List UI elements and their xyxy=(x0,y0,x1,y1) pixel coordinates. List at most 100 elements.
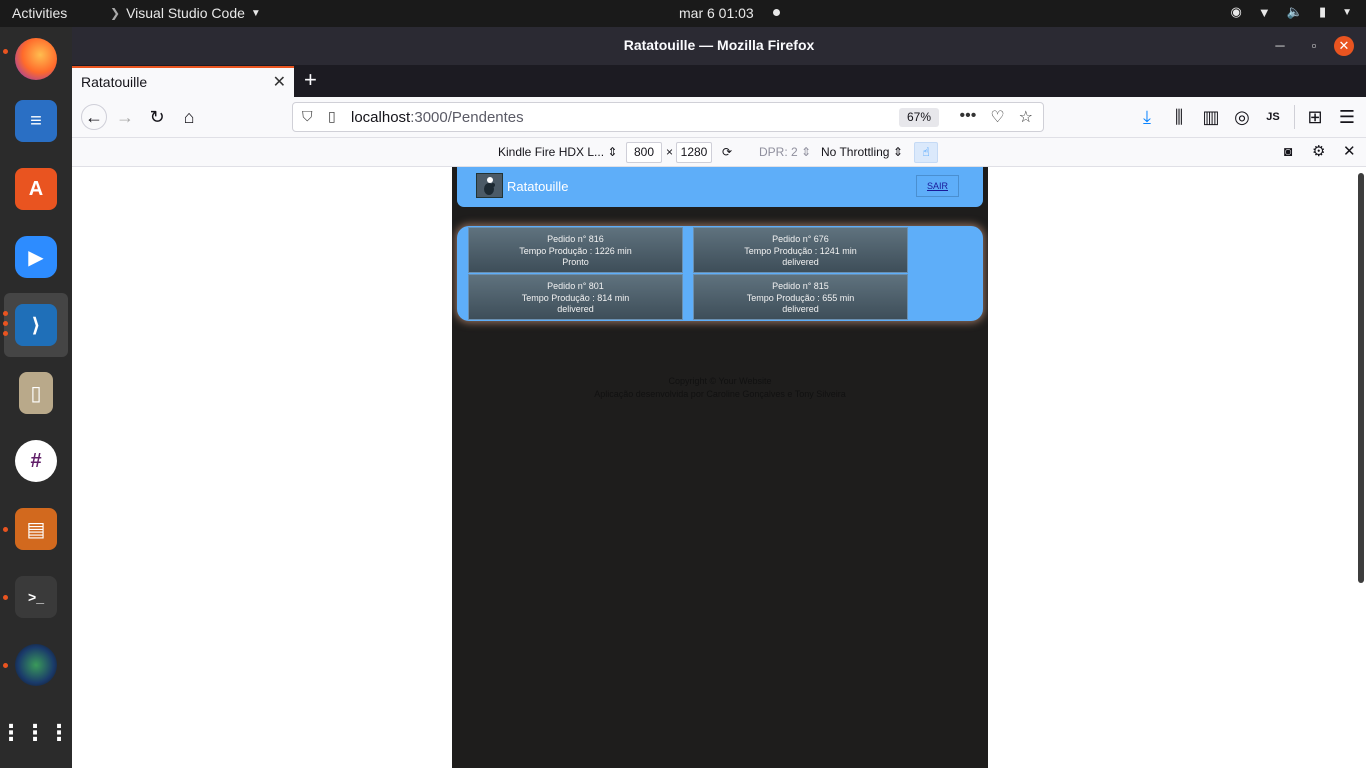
account-icon[interactable]: ◎ xyxy=(1231,106,1253,128)
rotate-icon[interactable]: ⟳ xyxy=(722,145,732,159)
extensions-icon[interactable]: ⊞ xyxy=(1304,106,1326,128)
updown-icon: ⇕ xyxy=(607,145,618,159)
vscode-small-icon: ❯ xyxy=(110,6,121,20)
order-card[interactable]: Pedido n° 815 Tempo Produção : 655 min d… xyxy=(693,274,908,320)
firefox-icon xyxy=(15,38,57,80)
impress-icon: ▤ xyxy=(15,508,57,550)
dock-zoom[interactable]: ▶ xyxy=(4,225,68,289)
running-indicator xyxy=(3,49,8,54)
dock: ≡ A ▶ ⟩ ▯ # ▤ >_ ⋮⋮⋮ xyxy=(0,27,72,768)
dock-impress[interactable]: ▤ xyxy=(3,497,68,561)
dock-slack[interactable]: # xyxy=(4,429,68,493)
clock[interactable]: mar 6 01:03 xyxy=(679,5,754,21)
order-title: Pedido n° 815 xyxy=(772,281,829,291)
dock-writer[interactable]: ≡ xyxy=(4,89,68,153)
close-window-button[interactable]: ✕ xyxy=(1334,36,1354,56)
tab-bar: Ratatouille ✕ + xyxy=(72,65,1366,97)
order-title: Pedido n° 801 xyxy=(547,281,604,291)
page-scrollbar[interactable] xyxy=(1358,173,1364,583)
page-actions-icon[interactable]: ••• xyxy=(960,107,977,127)
writer-icon: ≡ xyxy=(15,100,57,142)
app-menu[interactable]: ❯ Visual Studio Code ▼ xyxy=(110,5,261,21)
toolbar-separator xyxy=(1294,105,1295,129)
profile-badge[interactable]: JS xyxy=(1262,106,1284,128)
tab-ratatouille[interactable]: Ratatouille ✕ xyxy=(72,66,294,97)
home-button[interactable]: ⌂ xyxy=(178,106,200,128)
order-title: Pedido n° 816 xyxy=(547,234,604,244)
running-indicator xyxy=(3,331,8,336)
archive-icon: ▯ xyxy=(19,372,53,414)
responsive-design-toolbar: Kindle Fire HDX L... ⇕ 800 × 1280 ⟳ DPR:… xyxy=(72,137,1366,167)
zoom-icon: ▶ xyxy=(15,236,57,278)
reload-button[interactable]: ↻ xyxy=(146,106,168,128)
library-icon[interactable]: ⫼ xyxy=(1168,106,1190,128)
close-tab-icon[interactable]: ✕ xyxy=(273,72,286,92)
dock-camera[interactable] xyxy=(3,633,68,697)
zoom-indicator[interactable]: 67% xyxy=(899,108,939,127)
pocket-icon[interactable]: ♡ xyxy=(990,107,1004,127)
throttling-label: No Throttling xyxy=(821,145,890,159)
throttling-selector[interactable]: No Throttling ⇕ xyxy=(821,145,903,159)
back-button[interactable]: ← xyxy=(81,104,107,130)
bookmark-star-icon[interactable]: ☆ xyxy=(1019,107,1033,127)
order-status: Pronto xyxy=(562,257,589,267)
ratatouille-logo xyxy=(476,173,503,198)
device-selector-label: Kindle Fire HDX L... xyxy=(498,145,605,159)
running-indicator xyxy=(3,321,8,326)
running-indicator xyxy=(3,527,8,532)
device-selector[interactable]: Kindle Fire HDX L... ⇕ xyxy=(498,145,617,159)
dock-firefox[interactable] xyxy=(3,27,68,91)
emulated-device-page: Ratatouille SAIR Pedido n° 816 Tempo Pro… xyxy=(452,167,988,768)
dpr-label: DPR: 2 xyxy=(759,145,798,159)
window-title: Ratatouille — Mozilla Firefox xyxy=(623,37,815,53)
navigation-toolbar: ← → ↻ ⌂ ⛉ ▯ localhost:3000/Pendentes 67%… xyxy=(72,97,1366,137)
screenshot-icon[interactable]: ◙ xyxy=(1284,143,1292,159)
order-card[interactable]: Pedido n° 801 Tempo Produção : 814 min d… xyxy=(468,274,683,320)
order-card[interactable]: Pedido n° 676 Tempo Produção : 1241 min … xyxy=(693,227,908,273)
dock-vscode[interactable]: ⟩ xyxy=(3,293,68,357)
dock-app-grid[interactable]: ⋮⋮⋮ xyxy=(0,701,70,765)
menu-icon[interactable]: ☰ xyxy=(1336,106,1358,128)
viewport-width-input[interactable]: 800 xyxy=(626,142,662,163)
close-rdm-icon[interactable]: ✕ xyxy=(1343,142,1356,160)
app-menu-label: Visual Studio Code xyxy=(126,5,245,21)
downloads-icon[interactable]: ⤓ xyxy=(1136,106,1158,128)
maximize-button[interactable]: ▫ xyxy=(1304,36,1324,56)
shield-icon[interactable]: ⛉ xyxy=(302,108,313,125)
touch-simulation-icon[interactable]: ☝ xyxy=(914,142,938,163)
order-card[interactable]: Pedido n° 816 Tempo Produção : 1226 min … xyxy=(468,227,683,273)
url-bar[interactable]: ⛉ ▯ localhost:3000/Pendentes 67% ••• ♡ ☆ xyxy=(292,102,1044,132)
dock-terminal[interactable]: >_ xyxy=(3,565,68,629)
firefox-window: Ratatouille — Mozilla Firefox ─ ▫ ✕ Rata… xyxy=(72,27,1366,768)
settings-gear-icon[interactable]: ⚙ xyxy=(1312,142,1325,160)
url-text[interactable]: localhost:3000/Pendentes xyxy=(351,109,524,126)
webcam-icon: ◉ xyxy=(1230,4,1242,19)
wifi-icon: ▼ xyxy=(1257,4,1271,20)
dpr-selector[interactable]: DPR: 2 ⇕ xyxy=(759,145,811,159)
activities-button[interactable]: Activities xyxy=(12,5,67,21)
volume-icon: 🔈 xyxy=(1286,4,1303,19)
order-status: delivered xyxy=(557,304,594,314)
url-path: :3000/Pendentes xyxy=(410,109,524,126)
running-indicator xyxy=(3,595,8,600)
system-tray[interactable]: ◉ ▼ 🔈 ▮ ▼ xyxy=(1231,4,1352,20)
window-titlebar[interactable]: Ratatouille — Mozilla Firefox ─ ▫ ✕ xyxy=(72,27,1366,65)
dock-software[interactable]: A xyxy=(4,157,68,221)
sidebar-icon[interactable]: ▥ xyxy=(1200,106,1222,128)
forward-button[interactable]: → xyxy=(114,106,136,128)
dock-archive[interactable]: ▯ xyxy=(4,361,68,425)
notification-dot xyxy=(773,9,780,16)
new-tab-button[interactable]: + xyxy=(304,67,317,93)
order-status: delivered xyxy=(782,304,819,314)
viewport-height-input[interactable]: 1280 xyxy=(676,142,712,163)
logout-button[interactable]: SAIR xyxy=(916,175,959,197)
app-header: Ratatouille SAIR xyxy=(457,167,983,207)
tab-label: Ratatouille xyxy=(81,74,148,90)
url-host: localhost xyxy=(351,109,411,126)
minimize-button[interactable]: ─ xyxy=(1270,36,1290,56)
app-brand[interactable]: Ratatouille xyxy=(507,179,568,194)
page-footer: Copyright © Your Website Aplicação desen… xyxy=(452,375,988,401)
order-time: Tempo Produção : 655 min xyxy=(746,292,855,303)
vscode-icon: ⟩ xyxy=(15,304,57,346)
page-icon[interactable]: ▯ xyxy=(328,108,336,125)
